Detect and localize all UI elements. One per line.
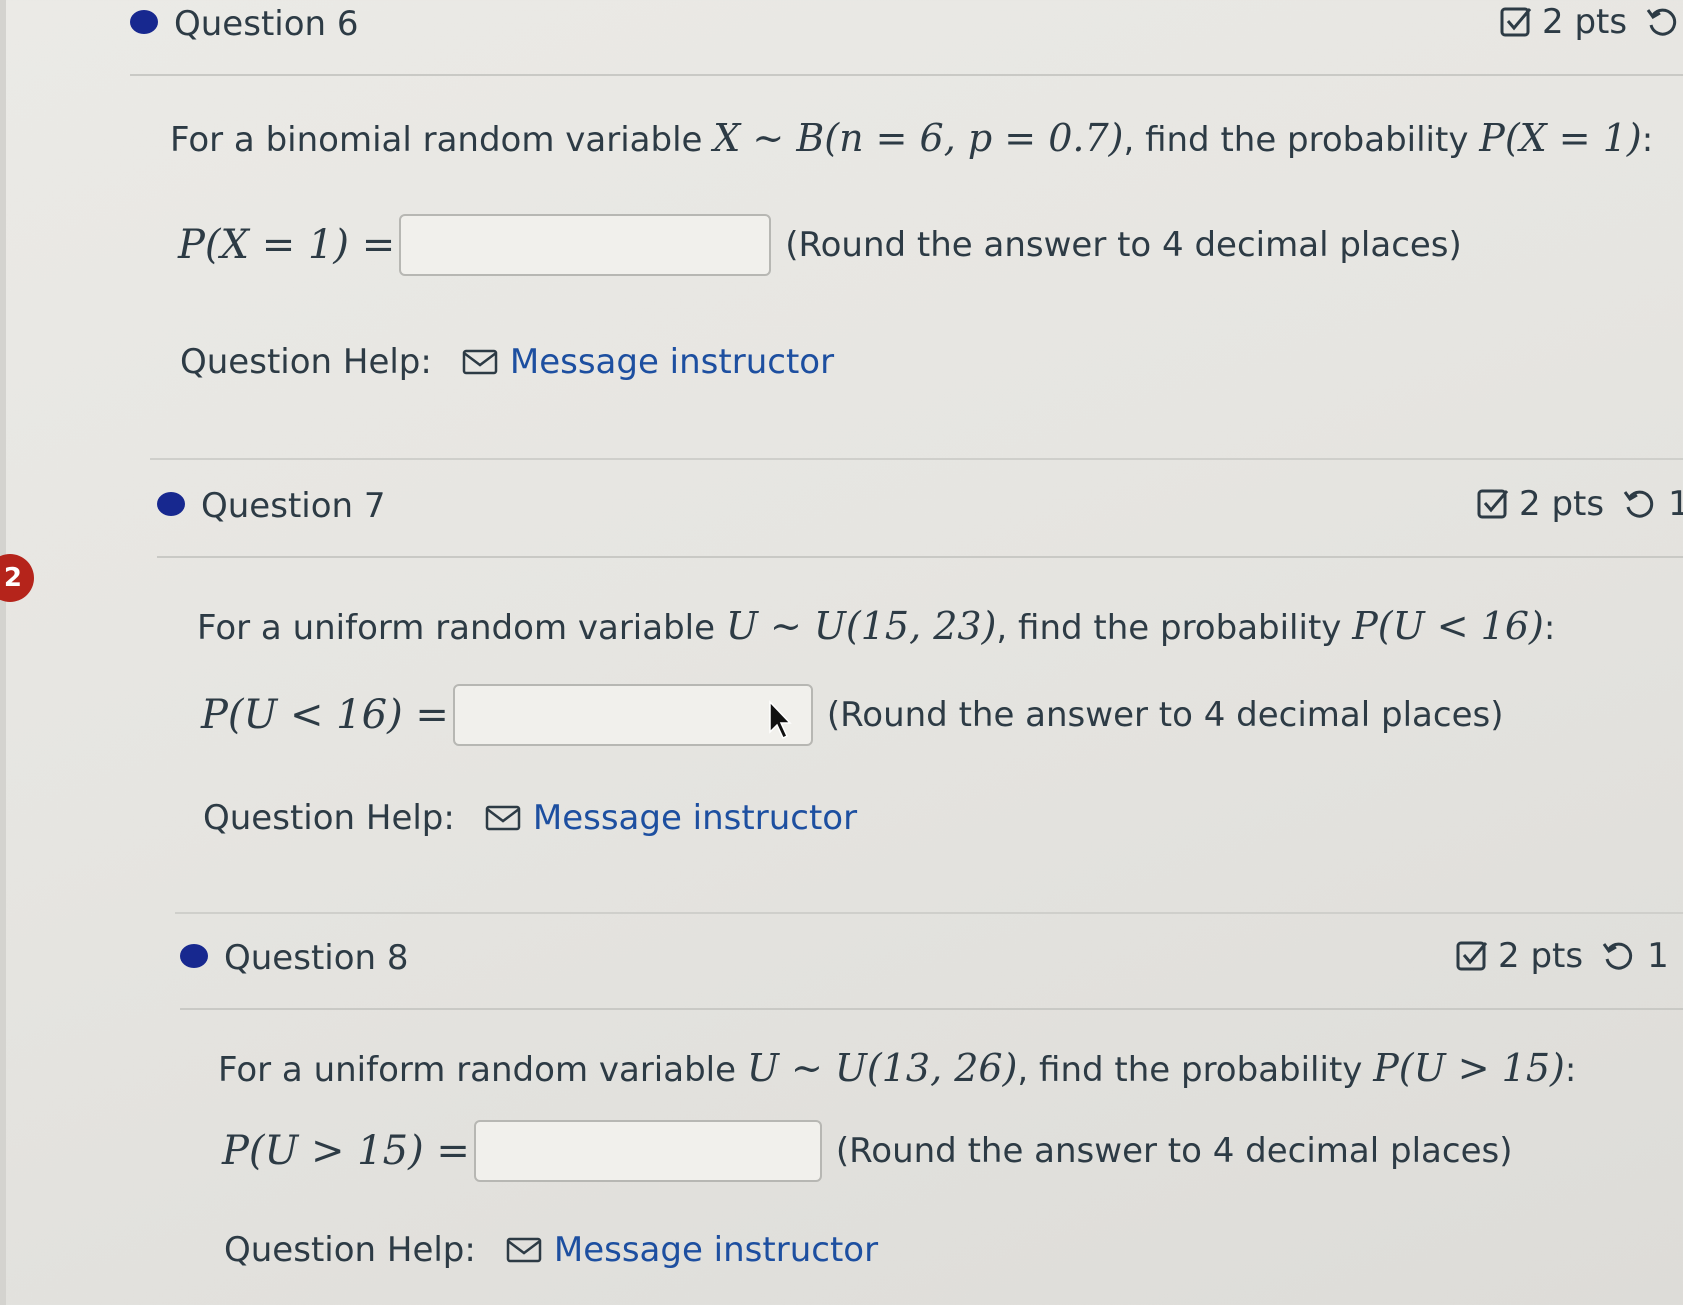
checkbox-icon — [1456, 941, 1488, 971]
answer-label: P(U < 16) = — [201, 692, 449, 738]
message-instructor-link[interactable]: Message instructor — [510, 342, 834, 382]
retry-count: 1 — [1647, 936, 1669, 976]
question-status-dot-icon — [130, 10, 158, 34]
mail-icon[interactable] — [462, 349, 498, 375]
prompt-text-prefix: For a uniform random variable — [218, 1050, 747, 1090]
question-prompt: For a binomial random variable X ∼ B(n =… — [170, 116, 1653, 160]
question-6: Question 6 2 pts For a binomial random v… — [130, 2, 1683, 404]
retry-icon[interactable] — [1601, 939, 1635, 973]
answer-label: P(X = 1) = — [178, 222, 396, 268]
question-title: Question 6 — [174, 4, 359, 44]
prompt-text-suffix: : — [1641, 120, 1654, 160]
question-header: Question 8 2 pts 1 — [180, 936, 1683, 1010]
question-help-label: Question Help: — [180, 342, 432, 382]
question-7: Question 7 2 pts 1 For a uniform random … — [157, 484, 1683, 866]
prompt-math-variable: U ∼ U(13, 26) — [746, 1046, 1018, 1090]
retry-icon[interactable] — [1645, 5, 1679, 39]
prompt-math-probability: P(U < 16) — [1352, 604, 1544, 648]
answer-row: P(X = 1) = (Round the answer to 4 decima… — [178, 214, 1462, 276]
section-divider — [150, 458, 1683, 460]
notification-badge-count: 2 — [3, 563, 22, 593]
question-meta: 2 pts 1 — [1456, 936, 1669, 976]
left-edge — [0, 0, 6, 1305]
prompt-text-suffix: : — [1543, 608, 1556, 648]
question-points: 2 pts — [1498, 936, 1584, 976]
message-instructor-link[interactable]: Message instructor — [554, 1230, 878, 1270]
checkbox-icon — [1500, 7, 1532, 37]
answer-input[interactable] — [473, 1120, 822, 1182]
prompt-math-probability: P(U > 15) — [1373, 1046, 1565, 1090]
prompt-text-mid: , find the probability — [1017, 1050, 1374, 1090]
prompt-text-mid: , find the probability — [1123, 120, 1480, 160]
question-status-dot-icon — [157, 492, 185, 516]
prompt-text-prefix: For a binomial random variable — [170, 120, 714, 160]
checkbox-icon — [1477, 489, 1509, 519]
section-divider — [175, 912, 1683, 914]
message-instructor-link[interactable]: Message instructor — [533, 798, 857, 838]
question-meta: 2 pts 1 — [1477, 484, 1683, 524]
answer-row: P(U < 16) = (Round the answer to 4 decim… — [201, 684, 1503, 746]
rounding-note: (Round the answer to 4 decimal places) — [785, 225, 1462, 265]
prompt-text-mid: , find the probability — [996, 608, 1353, 648]
question-header: Question 7 2 pts 1 — [157, 484, 1683, 558]
question-header: Question 6 2 pts — [130, 2, 1683, 76]
prompt-text-suffix: : — [1564, 1050, 1577, 1090]
prompt-math-variable: X ∼ B(n = 6, p = 0.7) — [713, 116, 1124, 160]
question-8: Question 8 2 pts 1 For a uniform random … — [180, 936, 1683, 1305]
question-points: 2 pts — [1519, 484, 1605, 524]
answer-label: P(U > 15) = — [222, 1128, 470, 1174]
question-help-label: Question Help: — [224, 1230, 476, 1270]
retry-icon[interactable] — [1622, 487, 1656, 521]
question-title: Question 8 — [224, 938, 409, 978]
question-help: Question Help: Message instructor — [224, 1230, 878, 1270]
rounding-note: (Round the answer to 4 decimal places) — [826, 695, 1504, 735]
question-title: Question 7 — [201, 486, 386, 526]
question-meta: 2 pts — [1500, 2, 1683, 42]
question-prompt: For a uniform random variable U ∼ U(15, … — [197, 604, 1555, 648]
prompt-math-variable: U ∼ U(15, 23) — [725, 604, 997, 648]
question-points: 2 pts — [1542, 2, 1628, 42]
prompt-text-prefix: For a uniform random variable — [197, 608, 726, 648]
question-help: Question Help: Message instructor — [203, 798, 857, 838]
question-status-dot-icon — [180, 944, 208, 968]
retry-count: 1 — [1668, 484, 1683, 524]
answer-input[interactable] — [399, 214, 772, 276]
answer-input[interactable] — [452, 684, 813, 746]
mail-icon[interactable] — [506, 1237, 542, 1263]
mouse-cursor-icon — [769, 700, 792, 740]
notification-badge[interactable]: 2 — [0, 554, 34, 602]
prompt-math-probability: P(X = 1) — [1479, 116, 1642, 160]
answer-row: P(U > 15) = (Round the answer to 4 decim… — [222, 1120, 1512, 1182]
question-help: Question Help: Message instructor — [180, 342, 834, 382]
rounding-note: (Round the answer to 4 decimal places) — [835, 1131, 1513, 1171]
question-help-label: Question Help: — [203, 798, 455, 838]
question-prompt: For a uniform random variable U ∼ U(13, … — [218, 1046, 1576, 1090]
mail-icon[interactable] — [485, 805, 521, 831]
